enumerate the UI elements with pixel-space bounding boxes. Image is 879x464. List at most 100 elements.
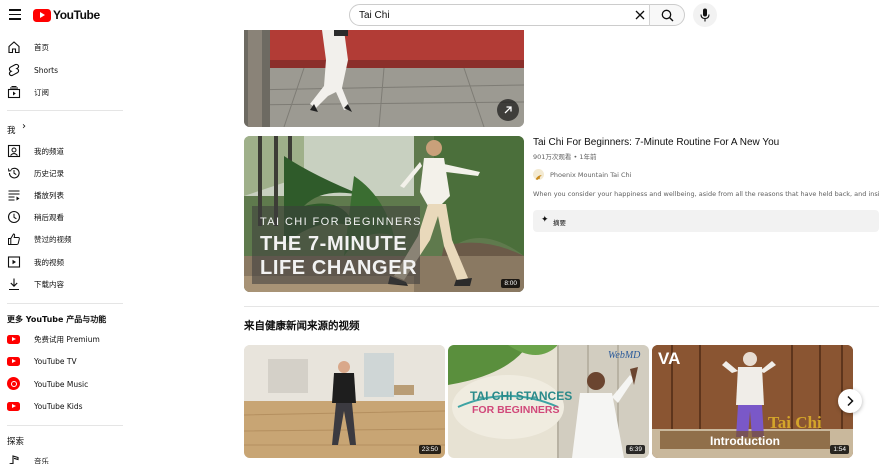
- chevron-right-icon: [847, 395, 854, 407]
- sidebar-item-youtube-music[interactable]: YouTube Music: [0, 373, 123, 395]
- va-logo: VA: [658, 349, 680, 368]
- search-button[interactable]: [649, 4, 685, 26]
- shelf-title: 来自健康新闻来源的视频: [244, 320, 360, 332]
- section-title: 探索: [7, 437, 25, 447]
- sidebar-label: YouTube Music: [34, 379, 89, 389]
- sidebar-section-you[interactable]: 我 ›: [0, 118, 123, 140]
- music-icon: [9, 455, 19, 464]
- logo-text: YouTube: [53, 8, 100, 22]
- video-title[interactable]: Tai Chi For Beginners: 7-Minute Routine …: [533, 137, 779, 148]
- channel-row[interactable]: Phoenix Mountain Tai Chi: [533, 169, 631, 180]
- search-icon: [661, 9, 674, 22]
- sidebar-label: Shorts: [34, 65, 59, 75]
- sidebar-item-music[interactable]: 音乐: [0, 450, 123, 464]
- clear-icon[interactable]: [634, 9, 646, 21]
- sidebar-item-youtube-kids[interactable]: YouTube Kids: [0, 395, 123, 417]
- youtube-logo[interactable]: YouTube: [33, 8, 100, 22]
- thumbnail-image: [244, 345, 445, 458]
- sidebar-label: 首页: [34, 42, 49, 52]
- youtube-music-icon: [7, 377, 20, 390]
- youtube-logo-icon: [33, 8, 51, 22]
- youtube-tv-icon: [7, 357, 20, 366]
- sidebar-label: 播放列表: [34, 190, 64, 200]
- youtube-premium-icon: [7, 335, 20, 344]
- sidebar-item-history[interactable]: 历史记录: [0, 162, 123, 184]
- duration-badge: 1:54: [830, 445, 849, 454]
- sidebar-item-subscriptions[interactable]: 订阅: [0, 81, 123, 103]
- youtube-kids-icon: [7, 402, 20, 411]
- sidebar-label: 我的视频: [34, 257, 64, 267]
- home-icon: [8, 41, 20, 54]
- section-divider: [244, 306, 879, 307]
- chevron-right-icon: ›: [22, 121, 26, 132]
- history-icon: [8, 167, 20, 179]
- sidebar-item-playlists[interactable]: 播放列表: [0, 184, 123, 206]
- thumb-text-line3: LIFE CHANGER: [260, 257, 417, 279]
- channel-name[interactable]: Phoenix Mountain Tai Chi: [550, 171, 631, 179]
- sidebar-label: 下载内容: [34, 279, 64, 289]
- voice-search-button[interactable]: [693, 3, 717, 27]
- phoenix-logo-icon: [535, 175, 542, 180]
- sidebar-item-your-channel[interactable]: 我的频道: [0, 140, 123, 162]
- menu-icon[interactable]: [9, 9, 21, 20]
- shelf-video-thumbnail[interactable]: VA Tai Chi Introduction 1:54: [652, 345, 853, 458]
- shelf-video-thumbnail[interactable]: 23:50: [244, 345, 445, 458]
- sidebar-label: YouTube Kids: [34, 401, 83, 411]
- sparkle-icon: ✦: [541, 215, 549, 225]
- sidebar: 首页 Shorts 订阅 我 › 我的频道 历史记录 播放列表 稍后观看 赞过的…: [0, 30, 123, 464]
- channel-avatar[interactable]: [533, 169, 544, 180]
- thumb-text-line1: TAI CHI FOR BEGINNERS: [260, 216, 422, 228]
- divider: [7, 110, 123, 111]
- subscriptions-icon: [7, 86, 21, 99]
- sidebar-label: 历史记录: [34, 168, 64, 178]
- shorts-icon: [8, 63, 20, 77]
- webmd-logo: WebMD: [608, 350, 641, 361]
- sidebar-item-liked-videos[interactable]: 赞过的视频: [0, 228, 123, 250]
- summary-chip[interactable]: ✦ 摘要: [533, 210, 879, 232]
- channel-icon: [7, 144, 21, 158]
- arrow-up-right-icon: [504, 106, 512, 114]
- thumb-up-icon: [8, 233, 20, 245]
- video-thumbnail[interactable]: [244, 30, 524, 127]
- sidebar-item-watch-later[interactable]: 稍后观看: [0, 206, 123, 228]
- sidebar-label: 稍后观看: [34, 212, 64, 222]
- search-box: [349, 4, 650, 26]
- divider: [7, 303, 123, 304]
- duration-badge: 6:39: [626, 445, 645, 454]
- sidebar-item-downloads[interactable]: 下载内容: [0, 273, 123, 295]
- shelf-next-button[interactable]: [838, 389, 862, 413]
- section-title: 我: [7, 126, 16, 136]
- sidebar-label: 音乐: [34, 456, 49, 464]
- overlay-line2: FOR BEGINNERS: [472, 404, 560, 416]
- section-title: 更多 YouTube 产品与功能: [7, 315, 107, 324]
- shelf-video-thumbnail[interactable]: TAI CHI STANCES FOR BEGINNERS WebMD 6:39: [448, 345, 649, 458]
- thumb-text-line2: THE 7-MINUTE: [260, 233, 407, 255]
- sidebar-item-premium[interactable]: 免费试用 Premium: [0, 328, 123, 350]
- duration-badge: 8:00: [501, 279, 520, 288]
- duration-badge: 23:50: [418, 445, 441, 454]
- overlay-line1: Tai Chi: [768, 413, 822, 432]
- playlists-icon: [8, 190, 20, 201]
- featured-video-thumbnail[interactable]: TAI CHI FOR BEGINNERS THE 7-MINUTE LIFE …: [244, 136, 524, 292]
- overlay-line2: Introduction: [710, 434, 780, 448]
- thumbnail-image: TAI CHI FOR BEGINNERS THE 7-MINUTE LIFE …: [244, 136, 524, 292]
- search-input[interactable]: [359, 9, 619, 22]
- thumbnail-image: TAI CHI STANCES FOR BEGINNERS WebMD: [448, 345, 649, 458]
- sidebar-item-home[interactable]: 首页: [0, 36, 123, 58]
- video-meta: 901万次观看 • 1年前: [533, 153, 597, 161]
- open-video-button[interactable]: [497, 99, 519, 121]
- sidebar-label: 赞过的视频: [34, 234, 72, 244]
- sidebar-label: 订阅: [34, 87, 49, 97]
- divider: [7, 425, 123, 426]
- sidebar-label: 免费试用 Premium: [34, 334, 100, 344]
- sidebar-item-your-videos[interactable]: 我的视频: [0, 251, 123, 273]
- masthead: YouTube: [0, 0, 879, 30]
- watch-later-icon: [7, 210, 21, 224]
- sidebar-item-youtube-tv[interactable]: YouTube TV: [0, 350, 123, 372]
- sidebar-item-shorts[interactable]: Shorts: [0, 59, 123, 81]
- overlay-line1: TAI CHI STANCES: [470, 389, 572, 403]
- sidebar-label: 我的频道: [34, 146, 64, 156]
- microphone-icon: [700, 8, 710, 22]
- sidebar-label: YouTube TV: [34, 356, 77, 366]
- my-videos-icon: [7, 256, 21, 268]
